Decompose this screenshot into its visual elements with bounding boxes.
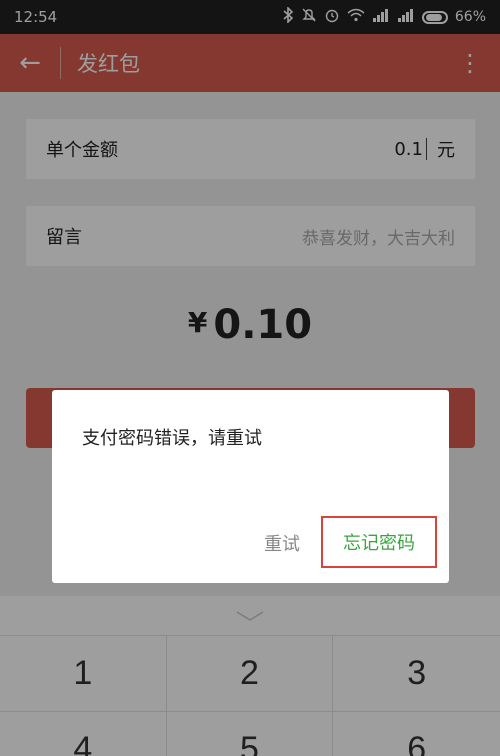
- modal-overlay: [0, 0, 500, 756]
- dialog-message: 支付密码错误，请重试: [82, 428, 262, 449]
- retry-button[interactable]: 重试: [264, 530, 300, 556]
- forgot-password-button[interactable]: 忘记密码: [321, 516, 437, 568]
- password-error-dialog: 支付密码错误，请重试 重试 忘记密码: [52, 390, 449, 583]
